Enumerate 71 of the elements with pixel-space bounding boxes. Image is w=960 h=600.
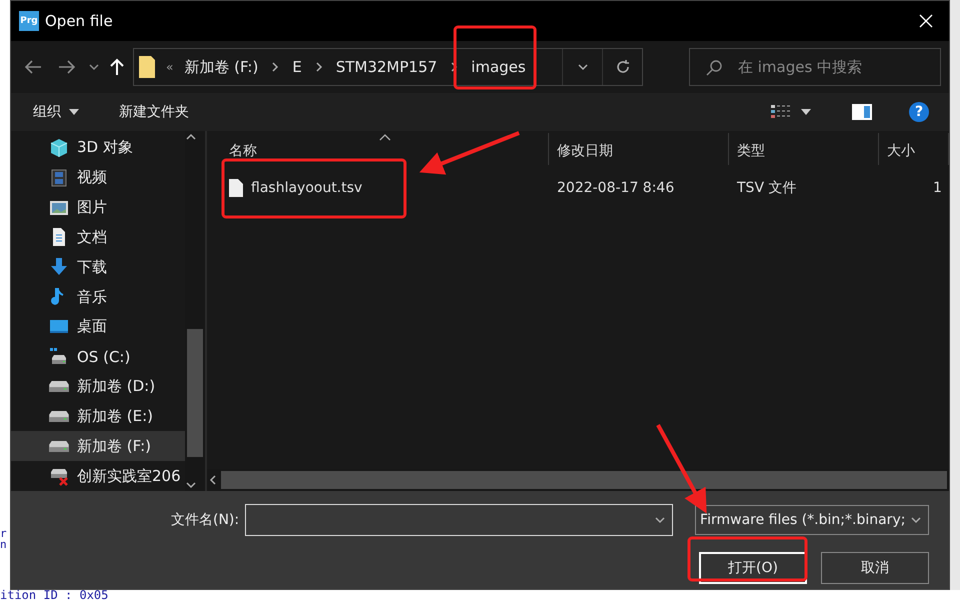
file-icon <box>229 179 243 197</box>
cancel-button[interactable]: 取消 <box>821 552 929 584</box>
column-header[interactable]: 大小 <box>879 133 949 165</box>
overflow-chevron[interactable]: « <box>166 60 174 74</box>
folder-icon <box>139 56 155 78</box>
nav-label: 新加卷 (F:) <box>77 436 151 456</box>
drive-icon <box>49 440 69 452</box>
breadcrumb[interactable]: STM32MP157 <box>336 58 438 76</box>
nav-item[interactable]: 新加卷 (E:) <box>11 401 186 432</box>
close-icon <box>918 13 934 29</box>
filename-label: 文件名(N): <box>171 511 240 529</box>
filename-field[interactable] <box>245 504 674 536</box>
disconnected-drive-icon <box>49 466 69 486</box>
app-icon: Prg <box>19 11 39 31</box>
nav-item[interactable]: 新加卷 (D:) <box>11 372 186 402</box>
help-button[interactable]: ? <box>909 102 929 122</box>
nav-item[interactable]: 文档 <box>11 222 186 252</box>
download-arrow-icon <box>49 257 69 278</box>
nav-label: 桌面 <box>77 317 107 336</box>
sort-caret-icon <box>378 133 390 141</box>
search-field[interactable]: 在 images 中搜索 <box>689 48 941 86</box>
window-title: Open file <box>45 12 114 30</box>
breadcrumb[interactable]: images <box>471 58 526 76</box>
nav-label: 下载 <box>77 258 107 277</box>
nav-label: 3D 对象 <box>77 138 133 158</box>
back-arrow-icon <box>24 59 42 75</box>
nav-item[interactable]: 桌面 <box>11 312 186 342</box>
new-folder-button[interactable]: 新建文件夹 <box>117 101 191 123</box>
drive-icon <box>49 381 69 392</box>
search-icon <box>705 59 723 77</box>
breadcrumb[interactable]: E <box>292 58 302 76</box>
column-header[interactable]: 名称 <box>221 133 549 165</box>
background-text: r <box>0 528 8 539</box>
horizontal-scrollbar[interactable] <box>207 469 949 491</box>
background-text: n <box>0 539 8 550</box>
address-bar[interactable]: « 新加卷 (F:) E STM32MP157 images <box>133 48 643 86</box>
nav-item[interactable]: OS (C:) <box>11 342 186 372</box>
nav-label: 新加卷 (E:) <box>77 406 154 426</box>
nav-label: 新加卷 (D:) <box>77 377 156 396</box>
nav-item[interactable]: 新加卷 (F:) <box>11 431 186 462</box>
file-type-dropdown[interactable]: Firmware files (*.bin;*.binary; <box>695 505 929 535</box>
organize-menu[interactable]: 组织 <box>31 101 81 123</box>
nav-item[interactable]: 创新实践室206 <box>11 461 186 491</box>
film-icon <box>49 168 69 188</box>
nav-label: OS (C:) <box>77 348 130 366</box>
cube-icon <box>49 138 69 158</box>
breadcrumb[interactable]: 新加卷 (F:) <box>184 58 258 76</box>
forward-arrow-icon <box>58 59 76 75</box>
nav-label: 文档 <box>77 228 107 247</box>
background-text: ition ID : 0x05 <box>0 590 108 600</box>
nav-label: 音乐 <box>77 288 107 307</box>
table-cell-text: 1 <box>932 180 943 196</box>
nav-item[interactable]: 音乐 <box>11 282 186 312</box>
nav-item[interactable]: 下载 <box>11 252 186 282</box>
nav-item[interactable]: 视频 <box>11 162 186 193</box>
nav-item[interactable]: 图片 <box>11 192 186 222</box>
up-arrow-icon <box>109 58 125 76</box>
drive-icon <box>49 410 69 422</box>
nav-label: 图片 <box>77 198 107 218</box>
column-header[interactable]: 修改日期 <box>549 133 729 165</box>
table-cell-text: 2022-08-17 8:46 <box>556 180 676 196</box>
dropdown-triangle-icon <box>69 109 79 115</box>
drive-icon <box>49 346 69 367</box>
nav-item[interactable]: 3D 对象 <box>11 133 186 163</box>
table-cell-text: TSV 文件 <box>736 179 798 197</box>
nav-label: 视频 <box>77 168 107 188</box>
nav-label: 创新实践室206 <box>77 466 181 486</box>
scrollbar[interactable] <box>185 131 205 491</box>
column-header[interactable]: 类型 <box>729 133 879 165</box>
table-cell[interactable]: flashlayoout.tsv <box>221 179 549 197</box>
refresh-icon <box>614 59 630 75</box>
